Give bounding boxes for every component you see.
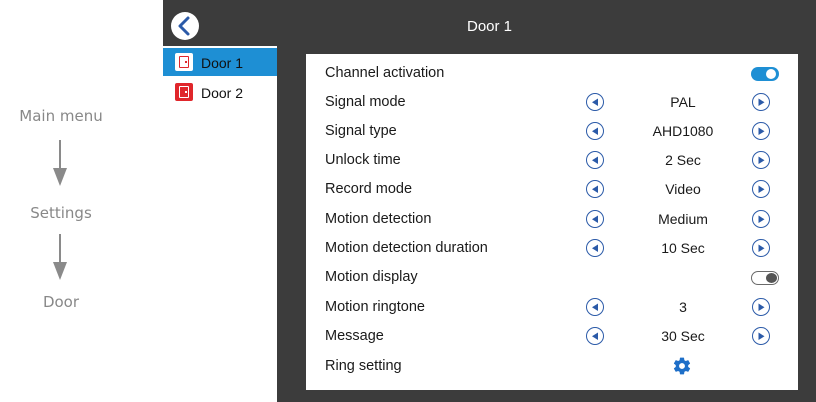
door-icon (175, 83, 193, 101)
setting-label: Signal mode (325, 94, 406, 110)
record-mode-value: Video (665, 181, 701, 197)
setting-row-motion-display: Motion display (306, 262, 798, 291)
setting-row-signal-type: Signal type AHD1080 (306, 116, 798, 145)
setting-row-unlock-time: Unlock time 2 Sec (306, 145, 798, 174)
sidebar-item-label: Door 2 (201, 85, 244, 101)
down-arrow-icon (53, 234, 67, 280)
settings-panel: Channel activation Signal mode PAL Signa… (306, 54, 798, 390)
door-list-sidebar: Door 1 Door 2 (163, 46, 277, 402)
setting-label: Record mode (325, 181, 413, 197)
signal-mode-value: PAL (670, 94, 696, 110)
motion-detection-duration-value: 10 Sec (661, 240, 705, 256)
setting-row-motion-detection-duration: Motion detection duration 10 Sec (306, 233, 798, 262)
channel-activation-toggle[interactable] (751, 67, 779, 81)
unlock-time-next-button[interactable] (752, 151, 770, 169)
signal-mode-next-button[interactable] (752, 93, 770, 111)
flow-step-settings: Settings (30, 204, 92, 222)
setting-label: Motion detection (325, 211, 432, 227)
setting-row-motion-ringtone: Motion ringtone 3 (306, 292, 798, 321)
triangle-left-icon (592, 215, 598, 223)
title-bar: Door 1 (163, 0, 816, 46)
motion-display-toggle[interactable] (751, 271, 779, 285)
motion-ringtone-value: 3 (679, 299, 687, 315)
down-arrow-icon (53, 140, 67, 186)
setting-row-message: Message 30 Sec (306, 321, 798, 350)
unlock-time-prev-button[interactable] (586, 151, 604, 169)
setting-label: Channel activation (325, 65, 445, 81)
triangle-right-icon (758, 244, 765, 252)
flow-step-door: Door (42, 293, 80, 311)
unlock-time-value: 2 Sec (665, 152, 701, 168)
back-button[interactable] (171, 12, 199, 40)
triangle-left-icon (592, 332, 598, 340)
setting-label: Motion ringtone (325, 299, 425, 315)
message-next-button[interactable] (752, 327, 770, 345)
message-prev-button[interactable] (586, 327, 604, 345)
setting-label: Unlock time (325, 152, 401, 168)
triangle-right-icon (758, 185, 765, 193)
signal-type-value: AHD1080 (652, 123, 714, 139)
setting-label: Ring setting (325, 358, 402, 374)
triangle-right-icon (758, 303, 765, 311)
triangle-right-icon (758, 332, 765, 340)
setting-row-record-mode: Record mode Video (306, 174, 798, 203)
signal-mode-prev-button[interactable] (586, 93, 604, 111)
signal-type-prev-button[interactable] (586, 122, 604, 140)
message-value: 30 Sec (661, 328, 705, 344)
setting-label: Signal type (325, 123, 397, 139)
signal-type-next-button[interactable] (752, 122, 770, 140)
motion-detection-next-button[interactable] (752, 210, 770, 228)
setting-row-channel-activation: Channel activation (306, 58, 798, 87)
flow-step-main-menu: Main menu (19, 107, 103, 125)
setting-row-ring-setting: Ring setting (306, 351, 798, 380)
triangle-left-icon (592, 244, 598, 252)
motion-detection-duration-next-button[interactable] (752, 239, 770, 257)
triangle-left-icon (592, 127, 598, 135)
motion-ringtone-next-button[interactable] (752, 298, 770, 316)
motion-detection-value: Medium (658, 211, 708, 227)
triangle-left-icon (592, 185, 598, 193)
back-chevron-icon (178, 16, 190, 36)
motion-detection-duration-prev-button[interactable] (586, 239, 604, 257)
triangle-left-icon (592, 303, 598, 311)
setting-row-signal-mode: Signal mode PAL (306, 87, 798, 116)
motion-detection-prev-button[interactable] (586, 210, 604, 228)
navigation-flow: Main menu Settings Door (0, 0, 160, 402)
gear-icon[interactable] (672, 356, 692, 376)
triangle-right-icon (758, 215, 765, 223)
page-title: Door 1 (466, 18, 513, 35)
record-mode-next-button[interactable] (752, 180, 770, 198)
setting-row-motion-detection: Motion detection Medium (306, 204, 798, 233)
setting-label: Motion display (325, 269, 418, 285)
triangle-right-icon (758, 156, 765, 164)
door-icon (175, 53, 193, 71)
setting-label: Motion detection duration (325, 240, 488, 256)
sidebar-item-door-1[interactable]: Door 1 (163, 48, 277, 76)
sidebar-item-label: Door 1 (201, 55, 244, 71)
triangle-right-icon (758, 98, 765, 106)
sidebar-item-door-2[interactable]: Door 2 (163, 78, 277, 106)
record-mode-prev-button[interactable] (586, 180, 604, 198)
triangle-left-icon (592, 98, 598, 106)
triangle-right-icon (758, 127, 765, 135)
device-screen: Door 1 Door 1 Door 2 Channel activation … (163, 0, 816, 402)
setting-label: Message (325, 328, 384, 344)
motion-ringtone-prev-button[interactable] (586, 298, 604, 316)
triangle-left-icon (592, 156, 598, 164)
